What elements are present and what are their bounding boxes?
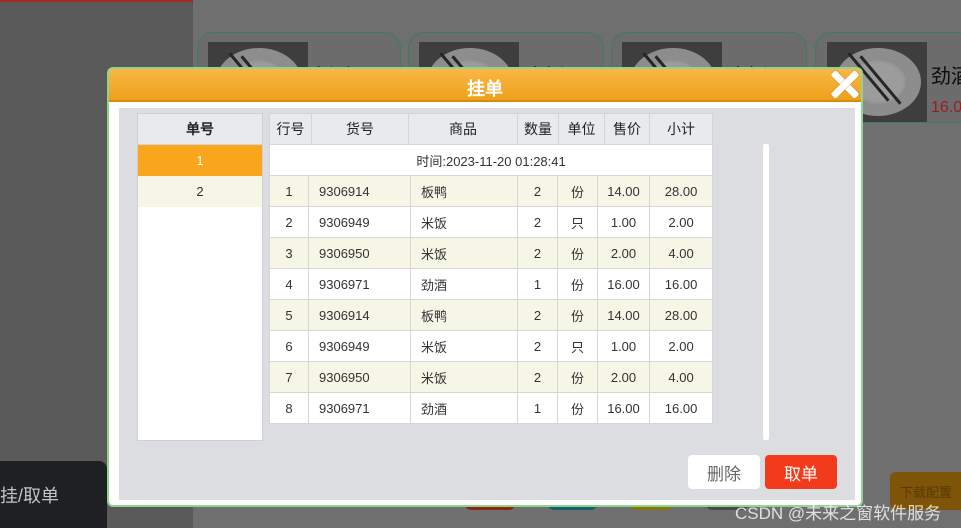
table-header-row: 行号 货号 商品 数量 单位 售价 小计	[269, 113, 713, 145]
cell-line-number: 2	[269, 206, 309, 238]
cell-subtotal: 2.00	[648, 330, 714, 362]
cell-sku: 9306971	[308, 268, 411, 300]
table-row: 7 9306950 米饭 2 份 2.00 4.00	[269, 361, 714, 393]
table-scrollbar[interactable]	[763, 144, 769, 440]
cell-subtotal: 4.00	[648, 237, 714, 269]
download-config-label: 下载配置	[900, 484, 953, 500]
table-row: 3 9306950 米饭 2 份 2.00 4.00	[269, 237, 714, 269]
table-row: 5 9306914 板鸭 2 份 14.00 28.00	[269, 299, 714, 331]
table-row: 4 9306971 劲酒 1 份 16.00 16.00	[269, 268, 714, 300]
cell-line-number: 7	[269, 361, 309, 393]
cell-sku: 9306950	[308, 361, 411, 393]
cell-unit-price: 16.00	[597, 392, 650, 424]
cell-quantity: 2	[517, 330, 558, 362]
order-list-item[interactable]: 1	[138, 145, 262, 176]
cell-line-number: 5	[269, 299, 309, 331]
header-sku: 货号	[311, 113, 409, 145]
cell-unit: 份	[557, 268, 598, 300]
cell-product-name: 劲酒	[410, 268, 518, 300]
cell-line-number: 6	[269, 330, 309, 362]
cell-unit: 份	[557, 299, 598, 331]
cell-unit-price: 1.00	[597, 330, 650, 362]
cell-unit-price: 2.00	[597, 237, 650, 269]
cell-unit: 份	[557, 175, 598, 207]
watermark: CSDN @未来之窗软件服务	[735, 504, 942, 523]
product-name: 劲酒	[931, 66, 961, 88]
cell-unit-price: 2.00	[597, 361, 650, 393]
cell-subtotal: 2.00	[648, 206, 714, 238]
header-product: 商品	[408, 113, 518, 145]
cell-quantity: 1	[517, 392, 558, 424]
dialog-body: 单号 1 2 行号 货号 商品 数量 单位 售价 小计 时间:2023-11-2…	[119, 108, 855, 500]
order-list-header: 单号	[138, 114, 262, 145]
cell-sku: 9306949	[308, 206, 411, 238]
cell-subtotal: 28.00	[648, 175, 714, 207]
cell-line-number: 8	[269, 392, 309, 424]
cell-unit: 只	[557, 330, 598, 362]
cell-unit: 份	[557, 237, 598, 269]
order-detail-table-header: 行号 货号 商品 数量 单位 售价 小计	[269, 113, 713, 145]
cell-quantity: 1	[517, 268, 558, 300]
dialog-title: 挂单	[467, 79, 503, 99]
cell-product-name: 米饭	[410, 237, 518, 269]
header-line-number: 行号	[269, 113, 312, 145]
cell-sku: 9306971	[308, 392, 411, 424]
cell-subtotal: 28.00	[648, 299, 714, 331]
cell-unit: 份	[557, 361, 598, 393]
close-icon[interactable]	[831, 70, 859, 98]
hang-take-order-button[interactable]: 挂/取单	[0, 461, 107, 528]
header-subtotal: 小计	[649, 113, 713, 145]
table-row: 1 9306914 板鸭 2 份 14.00 28.00	[269, 175, 714, 207]
cell-product-name: 板鸭	[410, 175, 518, 207]
cell-quantity: 2	[517, 299, 558, 331]
cell-quantity: 2	[517, 175, 558, 207]
table-row: 6 9306949 米饭 2 只 1.00 2.00	[269, 330, 714, 362]
dialog-title-bar: 挂单	[109, 69, 861, 102]
order-number-list: 单号 1 2	[137, 113, 263, 441]
cell-unit-price: 14.00	[597, 299, 650, 331]
cell-line-number: 1	[269, 175, 309, 207]
cell-quantity: 2	[517, 206, 558, 238]
cell-sku: 9306950	[308, 237, 411, 269]
hang-order-dialog: 挂单 单号 1 2 行号 货号 商品 数量 单位 售价 小计 时间:2023-1…	[107, 67, 863, 507]
cell-product-name: 板鸭	[410, 299, 518, 331]
cell-subtotal: 16.00	[648, 392, 714, 424]
cell-sku: 9306914	[308, 299, 411, 331]
table-row: 2 9306949 米饭 2 只 1.00 2.00	[269, 206, 714, 238]
cell-product-name: 米饭	[410, 361, 518, 393]
order-detail-table: 时间:2023-11-20 01:28:41 1 9306914 板鸭 2 份 14.00…	[268, 144, 714, 424]
header-quantity: 数量	[517, 113, 559, 145]
table-row: 8 9306971 劲酒 1 份 16.00 16.00	[269, 392, 714, 424]
cell-quantity: 2	[517, 237, 558, 269]
cell-subtotal: 4.00	[648, 361, 714, 393]
cell-product-name: 米饭	[410, 330, 518, 362]
product-price: 16.0	[931, 99, 961, 116]
cell-unit-price: 16.00	[597, 268, 650, 300]
hang-take-order-label: 挂/取单	[0, 485, 60, 506]
cell-sku: 9306914	[308, 175, 411, 207]
cell-unit-price: 1.00	[597, 206, 650, 238]
cell-product-name: 劲酒	[410, 392, 518, 424]
cell-subtotal: 16.00	[648, 268, 714, 300]
take-order-button[interactable]: 取单	[765, 455, 837, 489]
cell-quantity: 2	[517, 361, 558, 393]
sidebar-accent-line	[0, 0, 193, 2]
cell-unit: 只	[557, 206, 598, 238]
cell-line-number: 4	[269, 268, 309, 300]
delete-button[interactable]: 删除	[688, 455, 760, 489]
header-unit-price: 售价	[604, 113, 650, 145]
order-list-item[interactable]: 2	[138, 176, 262, 207]
cell-sku: 9306949	[308, 330, 411, 362]
cell-unit: 份	[557, 392, 598, 424]
cell-product-name: 米饭	[410, 206, 518, 238]
header-unit: 单位	[558, 113, 605, 145]
time-row: 时间:2023-11-20 01:28:41	[268, 144, 714, 176]
cell-unit-price: 14.00	[597, 175, 650, 207]
order-time: 时间:2023-11-20 01:28:41	[268, 144, 714, 176]
cell-line-number: 3	[269, 237, 309, 269]
